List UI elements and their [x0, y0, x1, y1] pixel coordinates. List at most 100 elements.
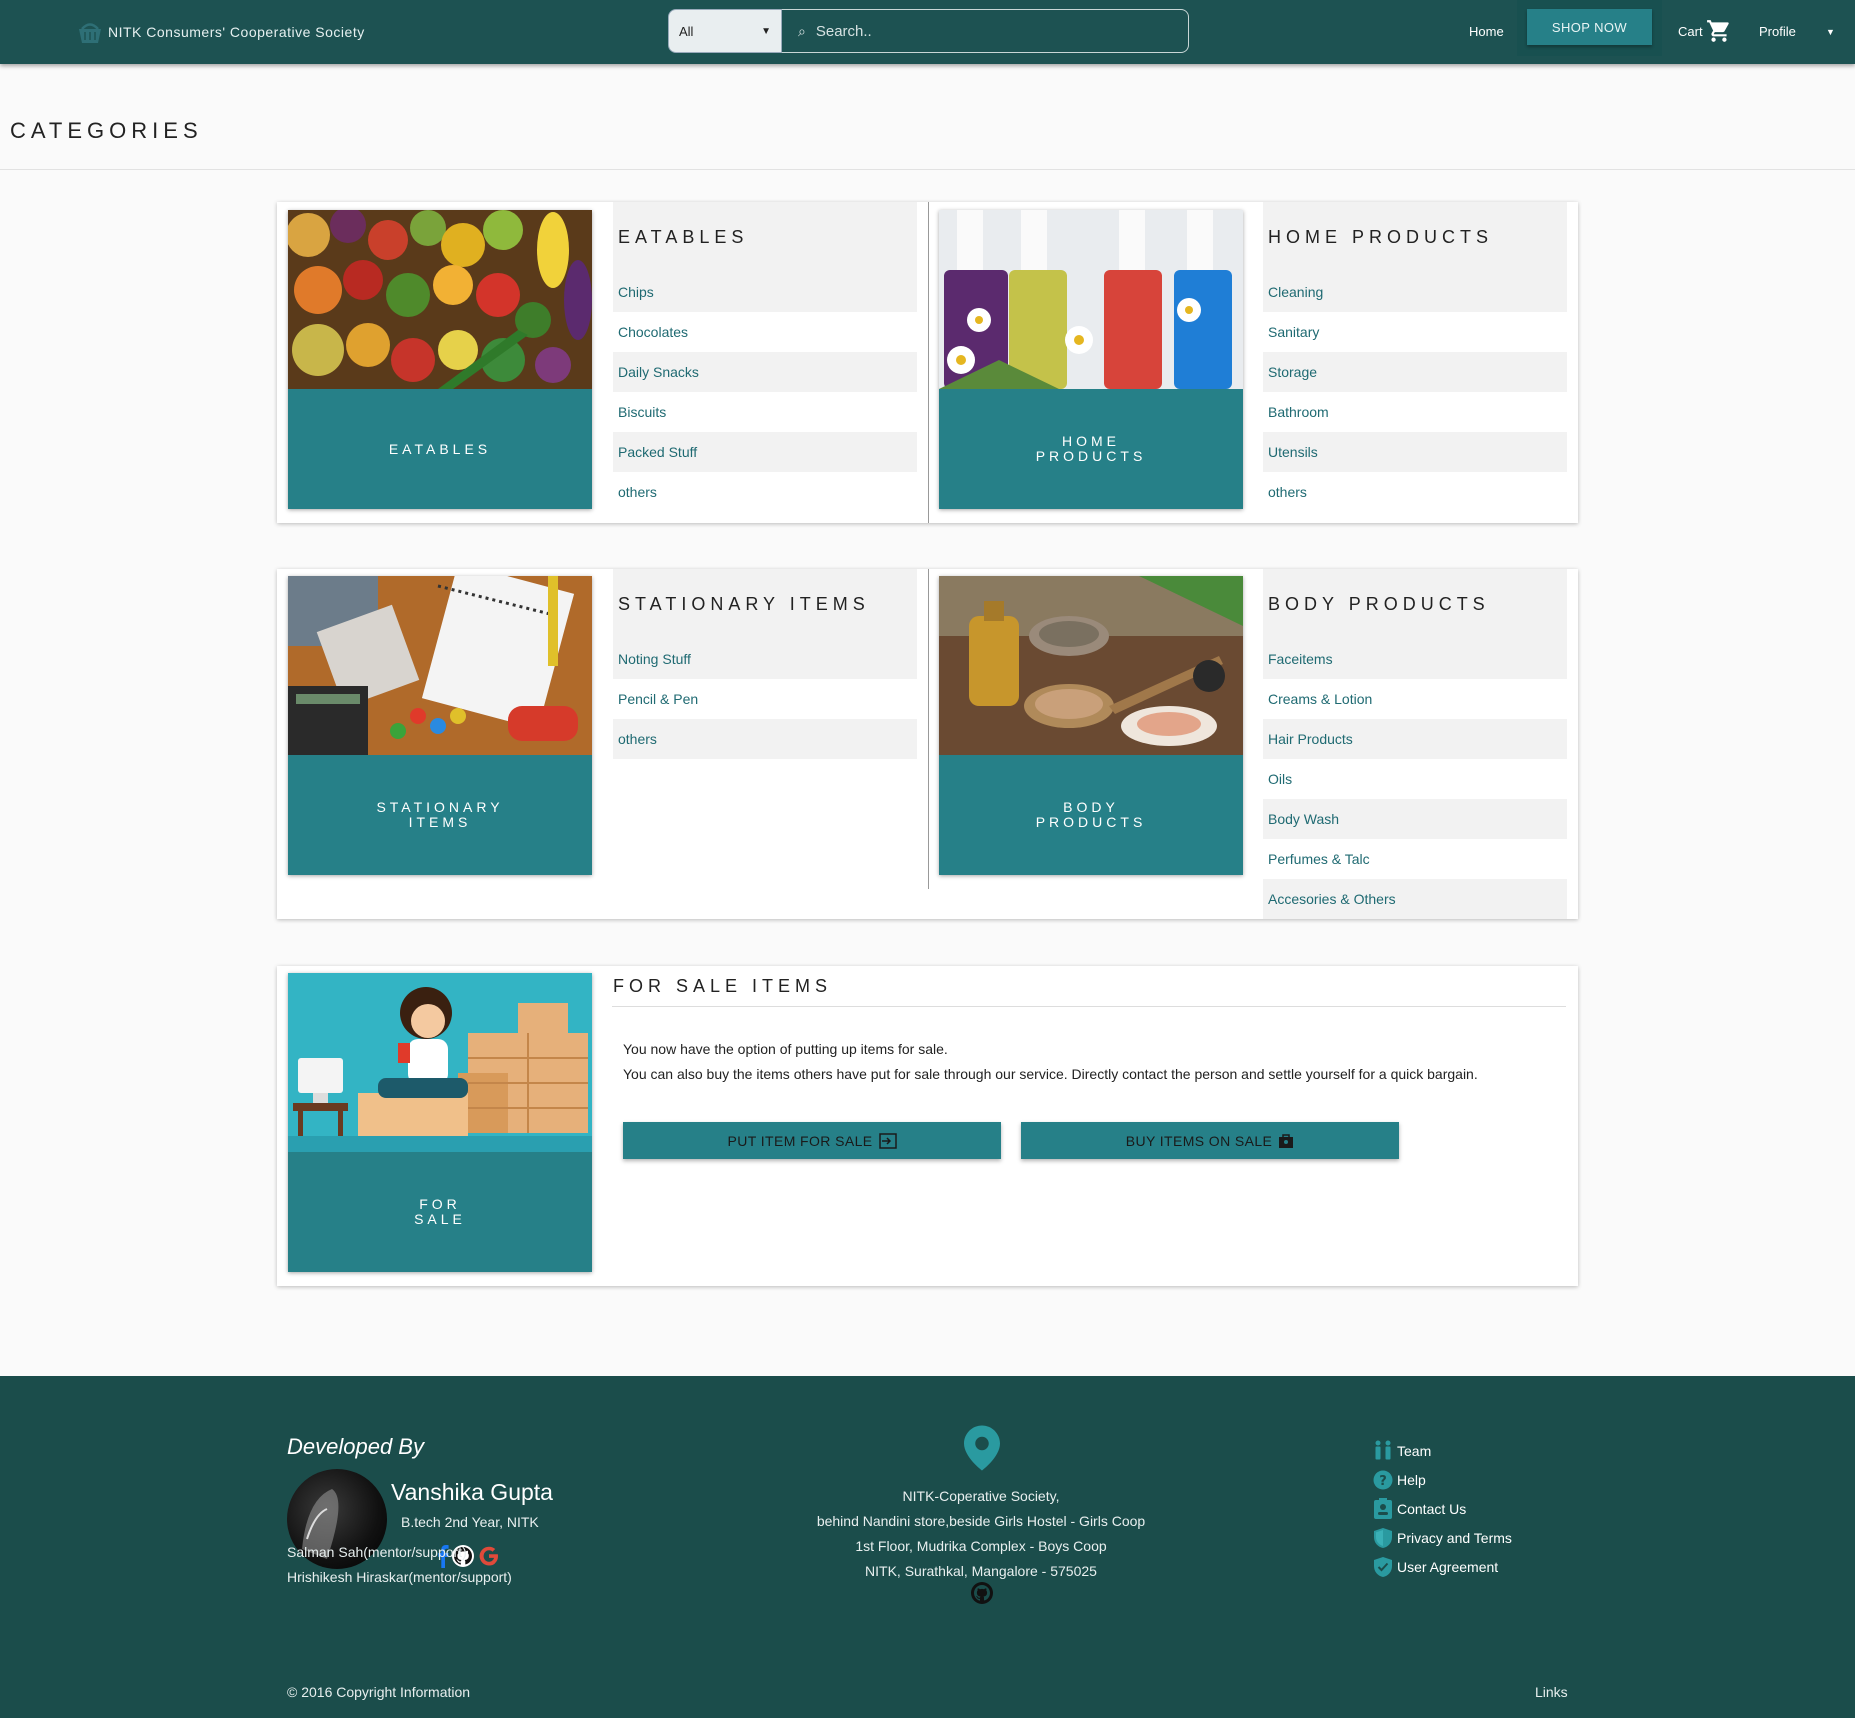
- body-products-items: Faceitems Creams & Lotion Hair Products …: [1263, 639, 1567, 919]
- basket-logo-icon: [79, 23, 101, 43]
- list-item[interactable]: others: [613, 472, 917, 512]
- nav-profile-link[interactable]: Profile: [1759, 24, 1796, 39]
- card-label-line: STATIONARY: [376, 799, 504, 815]
- list-item[interactable]: Biscuits: [613, 392, 917, 432]
- title-divider: [0, 169, 1855, 170]
- link-label: Help: [1397, 1471, 1426, 1488]
- put-item-for-sale-button[interactable]: PUT ITEM FOR SALE: [623, 1122, 1001, 1159]
- footer-links: Team ? Help Contact Us Privacy and Terms: [1373, 1436, 1512, 1581]
- button-label: BUY ITEMS ON SALE: [1125, 1132, 1273, 1149]
- list-item[interactable]: Sanitary: [1263, 312, 1567, 352]
- footer-link-team[interactable]: Team: [1373, 1436, 1512, 1465]
- footer-link-privacy[interactable]: Privacy and Terms: [1373, 1523, 1512, 1552]
- nav-home-link[interactable]: Home: [1469, 24, 1504, 39]
- footer-link-help[interactable]: ? Help: [1373, 1465, 1512, 1494]
- list-item[interactable]: Body Wash: [1263, 799, 1567, 839]
- body-products-heading: BODY PRODUCTS: [1263, 569, 1567, 639]
- cart-icon: [1706, 20, 1729, 42]
- buy-items-on-sale-button[interactable]: BUY ITEMS ON SALE: [1021, 1122, 1399, 1159]
- list-item[interactable]: Chips: [613, 272, 917, 312]
- body-products-card-label: BODY PRODUCTS: [939, 755, 1243, 875]
- list-item[interactable]: Accesories & Others: [1263, 879, 1567, 919]
- github-icon[interactable]: [970, 1581, 994, 1605]
- shopping-bag-icon: [1279, 1133, 1294, 1148]
- link-label: Contact Us: [1397, 1500, 1467, 1517]
- list-item[interactable]: Utensils: [1263, 432, 1567, 472]
- for-sale-text-1: You now have the option of putting up it…: [623, 1041, 948, 1057]
- eatables-card[interactable]: EATABLES: [288, 210, 592, 509]
- stationary-card[interactable]: STATIONARY ITEMS: [288, 576, 592, 875]
- svg-text:?: ?: [1379, 1474, 1387, 1489]
- card-label-line: PRODUCTS: [1035, 814, 1147, 830]
- shield-icon: [1374, 1527, 1392, 1548]
- nav-cart-link[interactable]: Cart: [1678, 18, 1732, 44]
- shop-now-wrapper: SHOP NOW: [1517, 0, 1662, 56]
- home-products-list: HOME PRODUCTS Cleaning Sanitary Storage …: [1263, 202, 1567, 512]
- list-item[interactable]: Chocolates: [613, 312, 917, 352]
- list-item[interactable]: Perfumes & Talc: [1263, 839, 1567, 879]
- list-item[interactable]: Hair Products: [1263, 719, 1567, 759]
- eatables-card-label: EATABLES: [288, 389, 592, 509]
- home-products-card-label: HOME PRODUCTS: [939, 389, 1243, 509]
- list-item[interactable]: Faceitems: [1263, 639, 1567, 679]
- body-products-list: BODY PRODUCTS Faceitems Creams & Lotion …: [1263, 569, 1567, 919]
- card-label-line: PRODUCTS: [1035, 448, 1147, 464]
- profile-dropdown-icon[interactable]: ▼: [1826, 27, 1835, 37]
- body-products-image: [939, 576, 1243, 755]
- navbar: NITK Consumers' Cooperative Society All …: [0, 0, 1855, 64]
- developed-by-heading: Developed By: [287, 1434, 424, 1459]
- card-label-line: BODY: [1063, 799, 1119, 815]
- list-item[interactable]: Pencil & Pen: [613, 679, 917, 719]
- for-sale-card[interactable]: FOR SALE: [288, 973, 592, 1272]
- login-arrow-icon: [878, 1132, 897, 1149]
- for-sale-text-2: You can also buy the items others have p…: [623, 1066, 1478, 1082]
- list-item[interactable]: Bathroom: [1263, 392, 1567, 432]
- contact-card-icon: [1374, 1497, 1392, 1519]
- list-item[interactable]: others: [1263, 472, 1567, 512]
- stationary-heading: STATIONARY ITEMS: [613, 569, 917, 639]
- stationary-list: STATIONARY ITEMS Noting Stuff Pencil & P…: [613, 569, 917, 759]
- list-item[interactable]: Creams & Lotion: [1263, 679, 1567, 719]
- home-products-heading: HOME PRODUCTS: [1263, 202, 1567, 272]
- home-products-card[interactable]: HOME PRODUCTS: [939, 210, 1243, 509]
- copyright: © 2016 Copyright Information: [287, 1684, 471, 1700]
- brand-name: NITK Consumers' Cooperative Society: [108, 24, 365, 40]
- search-category-select[interactable]: All ▼: [668, 9, 782, 53]
- card-label-line: ITEMS: [408, 814, 472, 830]
- list-item[interactable]: Oils: [1263, 759, 1567, 799]
- list-item[interactable]: Cleaning: [1263, 272, 1567, 312]
- location-pin-icon: [964, 1425, 1000, 1471]
- verified-shield-icon: [1374, 1556, 1392, 1577]
- for-sale-card-label: FOR SALE: [288, 1152, 592, 1272]
- team-icon: [1375, 1440, 1391, 1459]
- footer-link-agreement[interactable]: User Agreement: [1373, 1552, 1512, 1581]
- footer-links-label[interactable]: Links: [1535, 1684, 1568, 1700]
- eatables-image: [288, 210, 592, 389]
- home-products-items: Cleaning Sanitary Storage Bathroom Utens…: [1263, 272, 1567, 512]
- list-item[interactable]: Packed Stuff: [613, 432, 917, 472]
- google-icon[interactable]: [477, 1544, 501, 1568]
- eatables-list: EATABLES Chips Chocolates Daily Snacks B…: [613, 202, 917, 512]
- for-sale-panel: FOR SALE FOR SALE ITEMS You now have the …: [277, 966, 1578, 1286]
- list-item[interactable]: Noting Stuff: [613, 639, 917, 679]
- address-line: behind Nandini store,beside Girls Hostel…: [816, 1513, 1146, 1529]
- developer-subtitle: B.tech 2nd Year, NITK: [401, 1514, 539, 1530]
- stationary-card-label: STATIONARY ITEMS: [288, 755, 592, 875]
- page-title: CATEGORIES: [10, 118, 203, 143]
- list-item[interactable]: Storage: [1263, 352, 1567, 392]
- list-item[interactable]: Daily Snacks: [613, 352, 917, 392]
- developer-name: Vanshika Gupta: [391, 1479, 553, 1505]
- stationary-items: Noting Stuff Pencil & Pen others: [613, 639, 917, 759]
- address-line: 1st Floor, Mudrika Complex - Boys Coop: [855, 1538, 1107, 1554]
- brand-link[interactable]: NITK Consumers' Cooperative Society: [76, 16, 365, 48]
- search-category-value: All: [679, 23, 694, 39]
- body-products-card[interactable]: BODY PRODUCTS: [939, 576, 1243, 875]
- search-input[interactable]: ⌕ Search..: [782, 9, 1189, 53]
- footer-link-contact[interactable]: Contact Us: [1373, 1494, 1512, 1523]
- stationary-image: [288, 576, 592, 755]
- list-item[interactable]: others: [613, 719, 917, 759]
- shop-now-button[interactable]: SHOP NOW: [1527, 9, 1652, 45]
- help-icon: ?: [1373, 1470, 1393, 1489]
- address-line: NITK-Coperative Society,: [902, 1488, 1060, 1504]
- dropdown-caret-icon: ▼: [761, 25, 771, 37]
